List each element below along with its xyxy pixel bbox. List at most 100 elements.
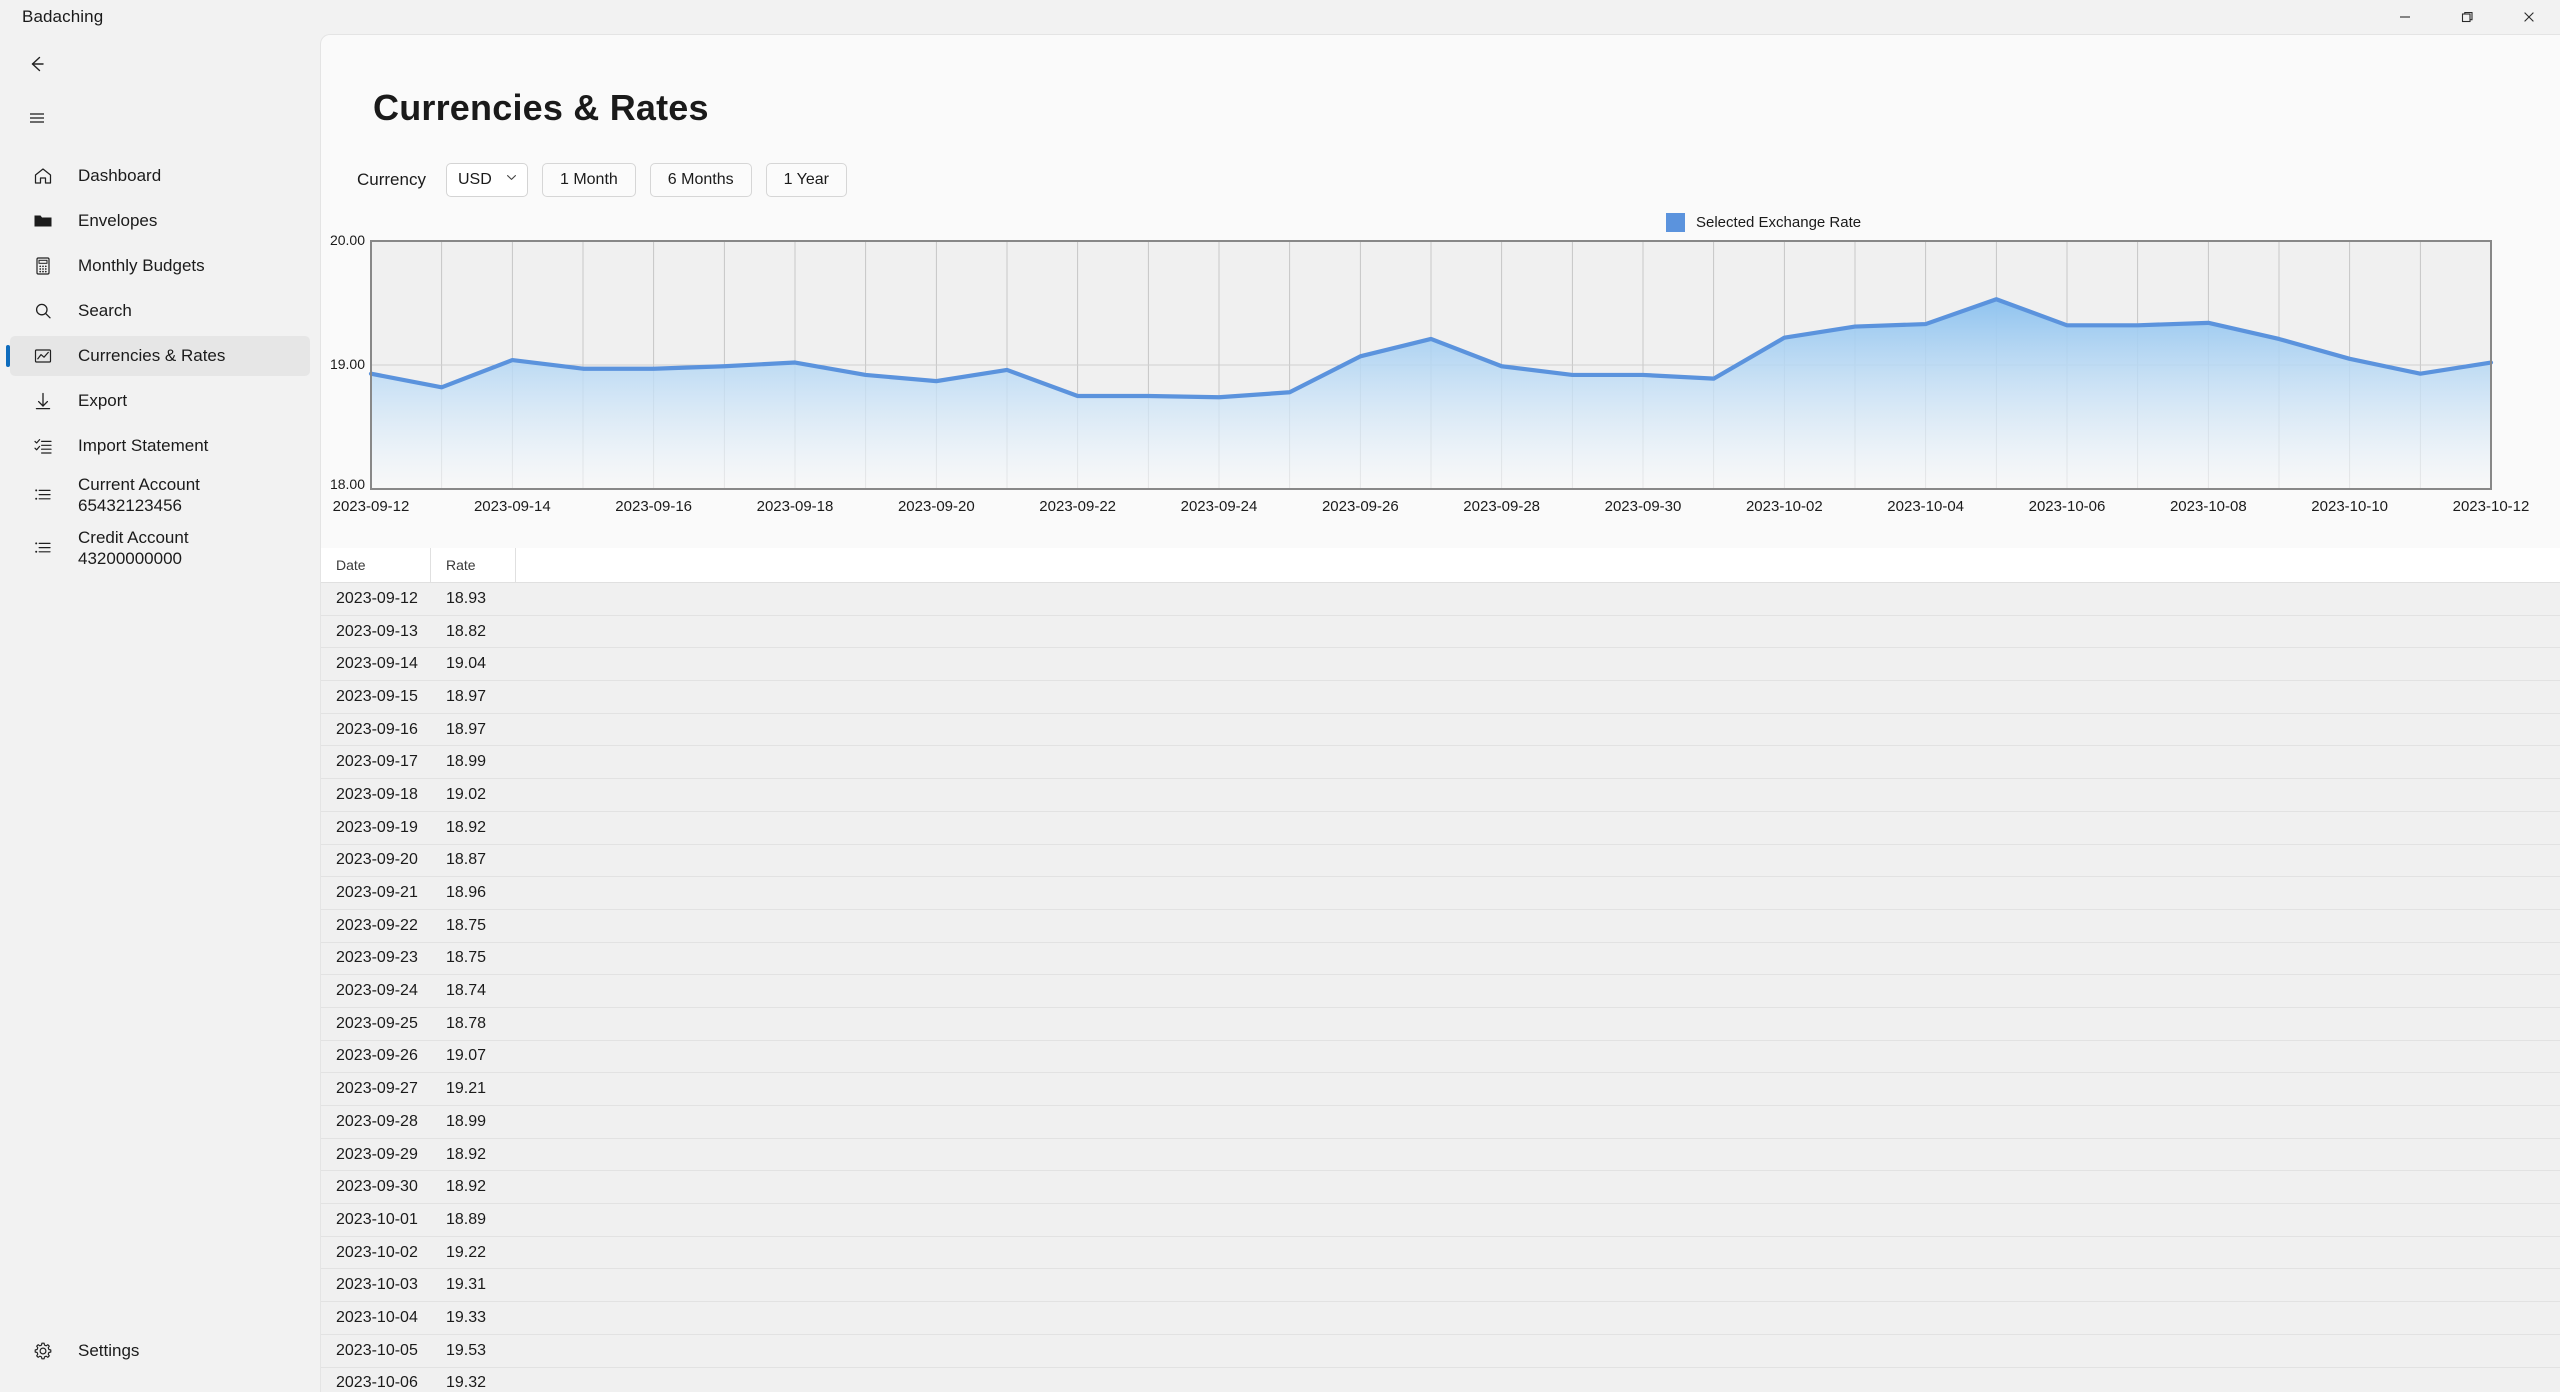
window-title: Badaching (22, 7, 104, 26)
hamburger-icon (30, 113, 44, 123)
svg-text:2023-10-08: 2023-10-08 (2170, 498, 2247, 511)
table-body: 2023-09-12 18.93 2023-09-13 18.82 2023-09-14… (321, 583, 2560, 1392)
chart-legend: Selected Exchange Rate (1666, 213, 1861, 232)
table-row[interactable]: 2023-10-06 19.32 (321, 1367, 2560, 1392)
table-row[interactable]: 2023-09-13 18.82 (321, 615, 2560, 649)
arrow-left-icon (31, 56, 44, 72)
cell-date: 2023-09-29 (336, 1145, 418, 1163)
svg-text:19.00: 19.00 (330, 356, 365, 372)
table-header-row: Date Rate (321, 548, 2560, 583)
table-row[interactable]: 2023-09-25 18.78 (321, 1007, 2560, 1041)
table-row[interactable]: 2023-10-05 19.53 (321, 1334, 2560, 1368)
close-button[interactable] (2498, 0, 2560, 34)
column-header-filler (516, 548, 2560, 582)
table-row[interactable]: 2023-09-16 18.97 (321, 713, 2560, 747)
column-header-date[interactable]: Date (321, 548, 431, 582)
cell-date: 2023-09-21 (336, 884, 418, 902)
sidebar-item-settings[interactable]: Settings (10, 1331, 310, 1371)
svg-text:2023-09-20: 2023-09-20 (898, 498, 975, 511)
sidebar-item-export[interactable]: Export (10, 381, 310, 421)
sidebar-item-currencies-rates[interactable]: Currencies & Rates (6, 336, 310, 376)
table-row[interactable]: 2023-09-28 18.99 (321, 1106, 2560, 1139)
cell-date: 2023-09-13 (336, 622, 418, 640)
sidebar-item-label: Envelopes (78, 211, 158, 230)
svg-text:2023-10-06: 2023-10-06 (2029, 498, 2106, 511)
cell-rate: 18.97 (446, 720, 487, 738)
sidebar-item-label: Monthly Budgets (78, 256, 205, 275)
cell-rate: 18.75 (446, 949, 487, 967)
exchange-rate-chart: Selected Exchange Rate 20.00 19.00 18.00 20… (321, 209, 2560, 511)
table-row[interactable]: 2023-09-12 18.93 (321, 583, 2560, 616)
svg-text:2023-09-30: 2023-09-30 (1605, 498, 1682, 511)
cell-rate: 19.07 (446, 1047, 487, 1065)
table-row[interactable]: 2023-09-27 19.21 (321, 1073, 2560, 1106)
cell-rate: 19.21 (446, 1080, 487, 1098)
table-row[interactable]: 2023-09-29 18.92 (321, 1138, 2560, 1172)
table-row[interactable]: 2023-09-30 18.92 (321, 1171, 2560, 1205)
list-icon (30, 535, 56, 561)
account-number: 43200000000 (78, 549, 183, 568)
svg-text:2023-09-28: 2023-09-28 (1463, 498, 1540, 511)
account-name: Credit Account (78, 527, 189, 547)
list-icon (30, 482, 56, 508)
sidebar-item-label: Import Statement (78, 436, 209, 455)
sidebar-item-credit-account[interactable]: Credit Account 43200000000 (10, 524, 310, 572)
menu-toggle-button[interactable] (6, 94, 68, 142)
sidebar-item-monthly-budgets[interactable]: Monthly Budgets (10, 246, 310, 286)
cell-date: 2023-09-19 (336, 818, 418, 836)
sidebar-item-envelopes[interactable]: Envelopes (10, 201, 310, 241)
sidebar-item-label: Settings (78, 1341, 140, 1360)
sidebar-item-import-statement[interactable]: Import Statement (10, 426, 310, 466)
cell-date: 2023-09-14 (336, 655, 418, 673)
cell-date: 2023-09-22 (336, 916, 418, 934)
cell-rate: 18.96 (446, 884, 487, 902)
table-row[interactable]: 2023-10-04 19.33 (321, 1302, 2560, 1335)
range-button-6-months[interactable]: 6 Months (649, 163, 752, 197)
settings-container: Settings (0, 1331, 320, 1376)
cell-rate: 19.02 (446, 785, 487, 803)
column-header-rate[interactable]: Rate (431, 548, 516, 582)
table-row[interactable]: 2023-09-19 18.92 (321, 811, 2560, 845)
chart-controls: Currency USD 1 Month 6 Months 1 Year (357, 163, 2560, 197)
table-row[interactable]: 2023-09-15 18.97 (321, 681, 2560, 714)
svg-text:2023-09-24: 2023-09-24 (1181, 498, 1258, 511)
cell-rate: 18.99 (446, 753, 487, 771)
sidebar-item-dashboard[interactable]: Dashboard (10, 156, 310, 196)
range-button-1-year[interactable]: 1 Year (765, 163, 847, 197)
currency-select-value: USD (457, 171, 492, 188)
chart-canvas[interactable]: 20.00 19.00 18.00 2023-09-12 2023-09-14 2023-… (321, 231, 2560, 511)
sidebar-item-search[interactable]: Search (10, 291, 310, 331)
cell-date: 2023-09-17 (336, 753, 418, 771)
cell-rate: 18.92 (446, 818, 487, 836)
range-button-1-month[interactable]: 1 Month (541, 163, 636, 197)
back-button[interactable] (6, 40, 68, 88)
table-row[interactable]: 2023-09-18 19.02 (321, 779, 2560, 812)
maximize-button[interactable] (2436, 0, 2498, 34)
sidebar-item-current-account[interactable]: Current Account 65432123456 (10, 471, 310, 519)
table-row[interactable]: 2023-09-24 18.74 (321, 975, 2560, 1008)
table-row[interactable]: 2023-10-03 19.31 (321, 1269, 2560, 1303)
currency-select[interactable]: USD (445, 163, 528, 197)
rates-table: Date Rate 2023-09-12 18.93 2023-09-13 18.82… (321, 548, 2560, 1392)
cell-rate: 18.82 (446, 622, 487, 640)
table-row[interactable]: 2023-09-14 19.04 (321, 648, 2560, 682)
table-row[interactable]: 2023-09-22 18.75 (321, 909, 2560, 943)
table-row[interactable]: 2023-10-02 19.22 (321, 1236, 2560, 1270)
chevron-down-icon (505, 171, 518, 189)
cell-date: 2023-10-06 (336, 1374, 418, 1392)
minimize-button[interactable] (2374, 0, 2436, 34)
legend-label: Selected Exchange Rate (1696, 214, 1862, 231)
cell-date: 2023-10-03 (336, 1276, 418, 1294)
table-row[interactable]: 2023-09-21 18.96 (321, 877, 2560, 910)
cell-rate: 18.78 (446, 1014, 487, 1032)
table-row[interactable]: 2023-10-01 18.89 (321, 1204, 2560, 1237)
page-title: Currencies & Rates (373, 87, 709, 128)
table-row[interactable]: 2023-09-26 19.07 (321, 1040, 2560, 1074)
cell-rate: 18.74 (446, 982, 487, 1000)
cell-rate: 19.04 (446, 655, 487, 673)
table-row[interactable]: 2023-09-20 18.87 (321, 844, 2560, 878)
cell-date: 2023-09-23 (336, 949, 418, 967)
table-row[interactable]: 2023-09-17 18.99 (321, 746, 2560, 780)
table-row[interactable]: 2023-09-23 18.75 (321, 942, 2560, 976)
svg-text:2023-09-16: 2023-09-16 (615, 498, 692, 511)
